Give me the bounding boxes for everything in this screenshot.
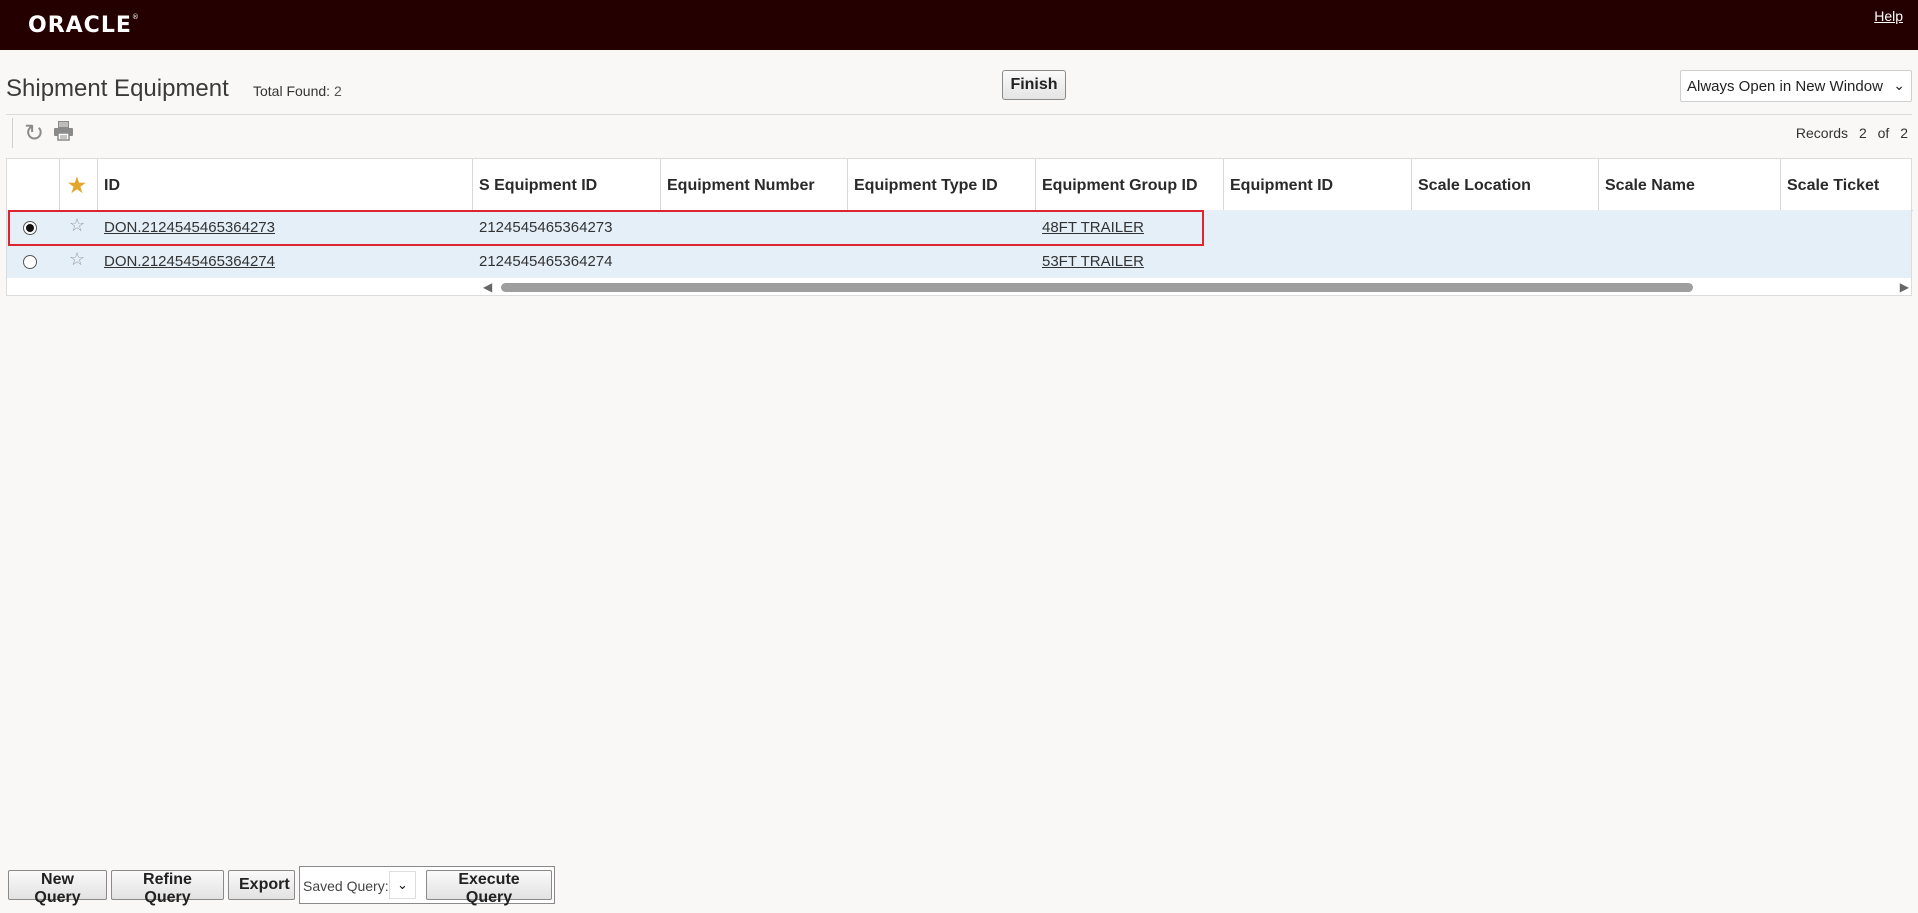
- saved-query-select[interactable]: ⌄: [389, 871, 416, 899]
- records-current: 2: [1858, 125, 1867, 141]
- column-header-equipment-type-id[interactable]: Equipment Type ID: [848, 159, 1036, 210]
- column-header-scale-ticket[interactable]: Scale Ticket: [1781, 159, 1911, 210]
- column-header-id[interactable]: ID: [98, 159, 473, 210]
- new-query-button[interactable]: New Query: [8, 870, 107, 906]
- export-button[interactable]: Export: [228, 870, 295, 900]
- column-header-equipment-number[interactable]: Equipment Number: [661, 159, 848, 210]
- table-header: ★ ID S Equipment ID Equipment Number Equ…: [7, 159, 1913, 211]
- row-s-equipment-id: 2124545465364273: [479, 219, 613, 236]
- page-title: Shipment Equipment: [6, 75, 229, 102]
- star-icon[interactable]: ☆: [69, 249, 85, 270]
- column-header-equipment-id[interactable]: Equipment ID: [1224, 159, 1412, 210]
- open-mode-select[interactable]: Always Open in New Window ⌄: [1680, 70, 1912, 102]
- column-header-scale-name[interactable]: Scale Name: [1599, 159, 1781, 210]
- table-row[interactable]: ☆ DON.2124545465364273 2124545465364273 …: [7, 210, 1911, 244]
- execute-query-button[interactable]: Execute Query: [426, 870, 552, 906]
- results-table: ★ ID S Equipment ID Equipment Number Equ…: [6, 158, 1913, 296]
- help-link[interactable]: Help: [1874, 8, 1903, 24]
- row-id-link[interactable]: DON.2124545465364274: [98, 244, 281, 278]
- chevron-down-icon: ⌄: [397, 877, 408, 892]
- refresh-icon[interactable]: ↻: [24, 119, 44, 148]
- refine-query-button[interactable]: Refine Query: [111, 870, 224, 906]
- records-total: 2: [1900, 125, 1908, 141]
- row-s-equipment-id: 2124545465364274: [479, 253, 613, 270]
- records-count: Records 2 of 2: [1789, 125, 1908, 141]
- toolbar-separator: [12, 118, 13, 148]
- scrollbar-thumb[interactable]: [501, 283, 1693, 292]
- total-found-count: 2: [333, 83, 342, 99]
- records-label: Records: [1795, 125, 1849, 141]
- saved-query-group: Saved Query: ⌄ Execute Query: [299, 866, 555, 906]
- print-icon[interactable]: [53, 120, 74, 146]
- horizontal-scrollbar[interactable]: ◀ ▶: [481, 280, 1913, 294]
- top-bar: ORACLE® Help: [0, 0, 1918, 50]
- row-id-link[interactable]: DON.2124545465364273: [98, 210, 281, 244]
- column-header-scale-location[interactable]: Scale Location: [1412, 159, 1599, 210]
- column-header-equipment-group-id[interactable]: Equipment Group ID: [1036, 159, 1224, 210]
- divider: [6, 114, 1912, 115]
- table-row[interactable]: ☆ DON.2124545465364274 2124545465364274 …: [7, 244, 1911, 278]
- row-equipment-group-link[interactable]: 53FT TRAILER: [1036, 244, 1150, 278]
- records-of: of: [1877, 125, 1890, 141]
- star-icon[interactable]: ☆: [69, 215, 85, 236]
- total-found: Total Found: 2: [253, 83, 342, 99]
- header-select: [7, 159, 60, 210]
- chevron-down-icon: ⌄: [1893, 77, 1905, 93]
- column-header-s-equipment-id[interactable]: S Equipment ID: [473, 159, 661, 210]
- saved-query-label: Saved Query:: [303, 878, 389, 894]
- scroll-right-icon[interactable]: ▶: [1900, 280, 1909, 294]
- row-select-radio[interactable]: [23, 221, 37, 235]
- total-found-label: Total Found:: [253, 83, 331, 99]
- finish-button[interactable]: Finish: [1002, 70, 1066, 100]
- row-equipment-group-link[interactable]: 48FT TRAILER: [1036, 210, 1150, 244]
- oracle-logo: ORACLE®: [28, 13, 140, 38]
- row-select-radio[interactable]: [23, 255, 37, 269]
- star-icon: ★: [68, 175, 86, 197]
- scroll-left-icon[interactable]: ◀: [483, 280, 492, 294]
- open-mode-value: Always Open in New Window: [1687, 78, 1883, 95]
- header-favorite[interactable]: ★: [60, 159, 98, 210]
